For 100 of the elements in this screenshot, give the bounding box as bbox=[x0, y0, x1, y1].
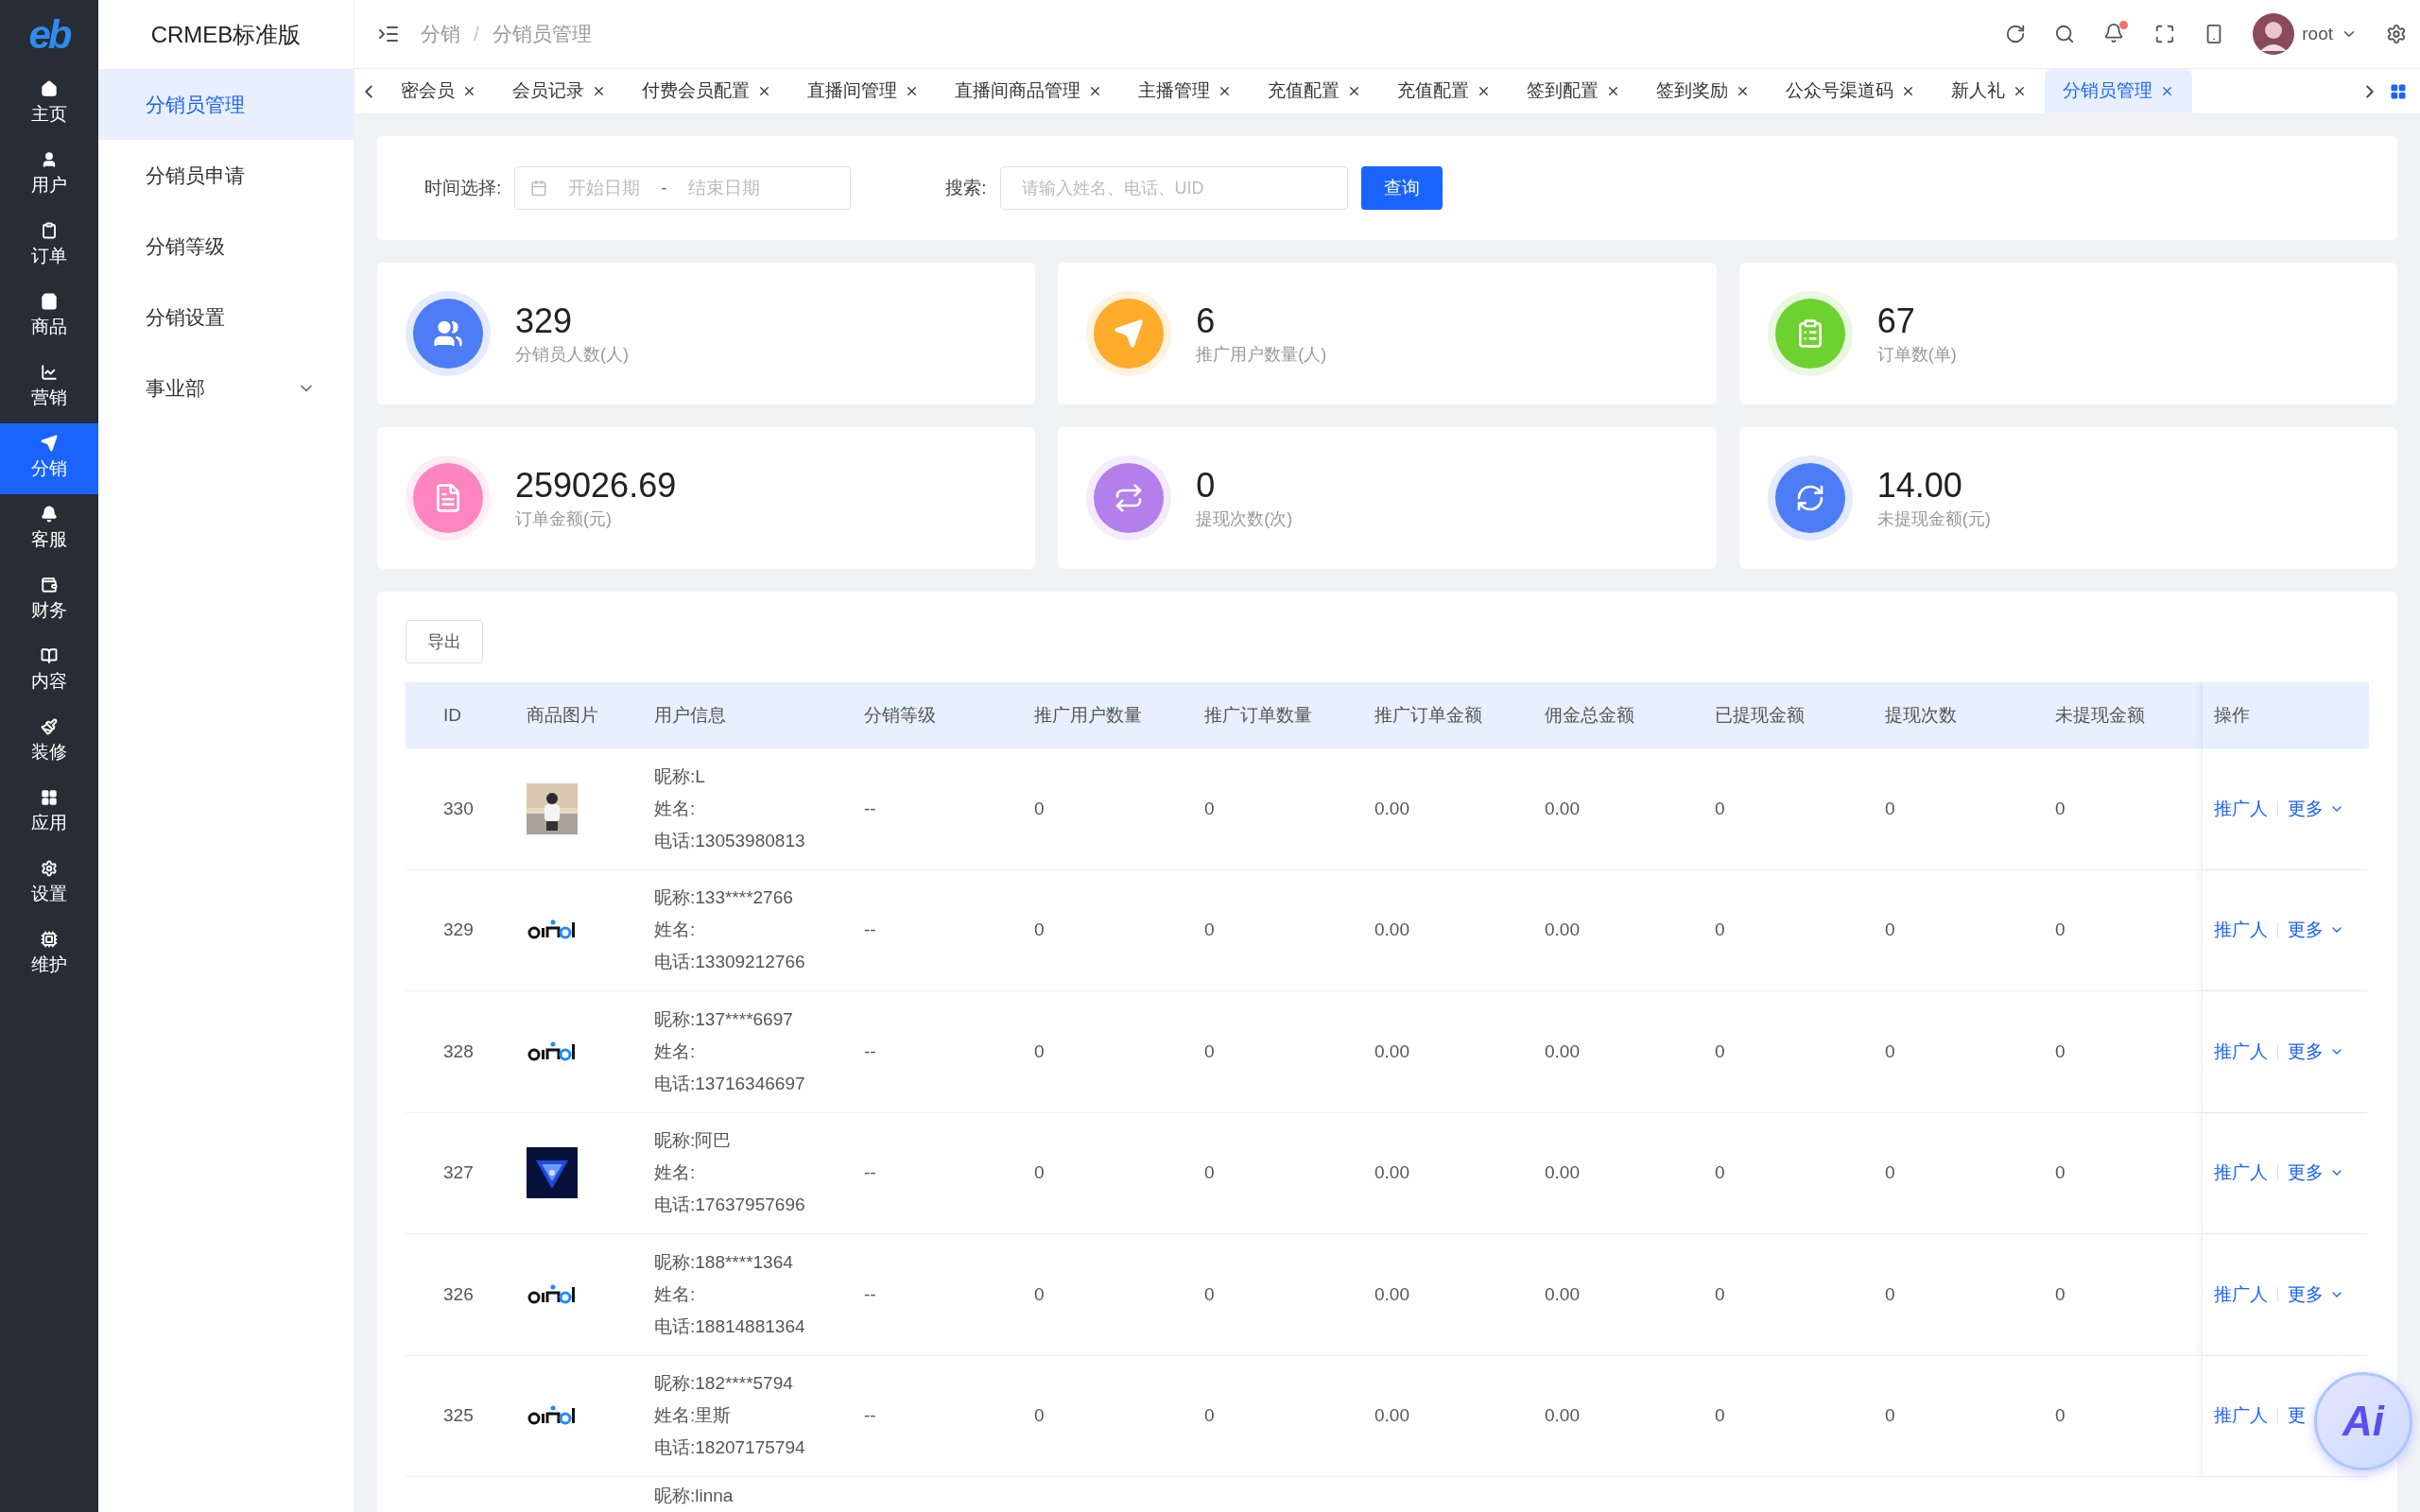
close-icon[interactable] bbox=[462, 84, 476, 98]
table-cell: 0 bbox=[1204, 1283, 1215, 1304]
action-link[interactable]: 更多 bbox=[2288, 1038, 2344, 1065]
column-header: 操作 bbox=[2214, 703, 2250, 727]
grid-icon[interactable] bbox=[2390, 82, 2407, 100]
page-tab[interactable]: 充值配置 bbox=[1250, 69, 1379, 113]
close-icon[interactable] bbox=[1218, 84, 1232, 98]
table-cell: 0 bbox=[1715, 1040, 1725, 1061]
column-header: 用户信息 bbox=[654, 703, 726, 727]
action-link[interactable]: 更多 bbox=[2288, 917, 2344, 944]
logo[interactable]: eb bbox=[28, 14, 70, 55]
close-icon[interactable] bbox=[2013, 84, 2027, 98]
query-button[interactable]: 查询 bbox=[1360, 166, 1443, 210]
submenu-item[interactable]: 事业部 bbox=[98, 352, 354, 423]
settings-icon[interactable] bbox=[2386, 24, 2407, 44]
user-name[interactable]: root bbox=[2302, 20, 2333, 48]
bell-icon[interactable] bbox=[2103, 23, 2125, 43]
stat-value: 6 bbox=[1196, 300, 1217, 342]
close-icon[interactable] bbox=[905, 84, 919, 98]
page-tab[interactable]: 付费会员配置 bbox=[624, 69, 789, 113]
page-tab[interactable]: 分销员管理 bbox=[2045, 69, 2192, 113]
sidebar-item[interactable]: 订单 bbox=[0, 211, 98, 282]
user-info-line: 电话:17637957696 bbox=[654, 1194, 806, 1217]
stat-label: 订单数(单) bbox=[1876, 343, 1957, 366]
user-info-line: 昵称:188****1364 bbox=[654, 1250, 794, 1274]
sidebar-item[interactable]: 营销 bbox=[0, 352, 98, 423]
search-field[interactable]: 请输入姓名、电话、UID bbox=[999, 166, 1348, 210]
table-cell: 0 bbox=[1885, 919, 1895, 939]
sidebar-item[interactable]: 维护 bbox=[0, 919, 98, 990]
column-header: 推广订单数量 bbox=[1204, 703, 1312, 727]
sidebar-item[interactable]: 分销 bbox=[0, 423, 98, 494]
breadcrumb-item: 分销员管理 bbox=[492, 22, 592, 47]
sidebar-item[interactable]: 财务 bbox=[0, 565, 98, 636]
sidebar-item[interactable]: 主页 bbox=[0, 69, 98, 140]
stat-label: 推广用户数量(人) bbox=[1196, 343, 1327, 366]
close-icon[interactable] bbox=[1088, 84, 1102, 98]
submenu-item[interactable]: 分销设置 bbox=[98, 282, 354, 352]
chart-icon bbox=[41, 364, 58, 382]
page-tab[interactable]: 签到奖励 bbox=[1638, 69, 1768, 113]
user-info-line: 电话:18207175794 bbox=[654, 1436, 806, 1460]
close-icon[interactable] bbox=[1606, 84, 1620, 98]
submenu-item[interactable]: 分销员管理 bbox=[98, 69, 354, 140]
action-link[interactable]: 推广人 bbox=[2214, 795, 2268, 822]
close-icon[interactable] bbox=[1736, 84, 1750, 98]
table-cell: 0 bbox=[2055, 1405, 2066, 1425]
paper-plane-icon bbox=[1114, 318, 1145, 349]
stat-value: 14.00 bbox=[1876, 464, 1963, 507]
sidebar-item[interactable]: 内容 bbox=[0, 636, 98, 707]
sidebar-item[interactable]: 装修 bbox=[0, 707, 98, 778]
stat-value: 259026.69 bbox=[515, 464, 677, 507]
sidebar-item[interactable]: 客服 bbox=[0, 494, 98, 565]
page-tab[interactable]: 签到配置 bbox=[1509, 69, 1638, 113]
date-range-field[interactable]: 开始日期 - 结束日期 bbox=[514, 166, 852, 210]
table-cell: 329 bbox=[443, 919, 474, 939]
close-icon[interactable] bbox=[757, 84, 771, 98]
table-cell: -- bbox=[864, 919, 876, 939]
action-link[interactable]: 更多 bbox=[2288, 1280, 2344, 1308]
page-tab[interactable]: 会员记录 bbox=[494, 69, 624, 113]
column-header: 佣金总金额 bbox=[1545, 703, 1634, 727]
table-cell: 0 bbox=[2055, 798, 2066, 818]
close-icon[interactable] bbox=[1477, 84, 1491, 98]
action-link[interactable]: 推广人 bbox=[2214, 1038, 2268, 1065]
page-tab[interactable]: 直播间管理 bbox=[789, 69, 937, 113]
clipboard-icon bbox=[41, 222, 58, 240]
column-header: 推广订单金额 bbox=[1374, 703, 1482, 727]
table-cell: 0.00 bbox=[1374, 1283, 1409, 1304]
close-icon[interactable] bbox=[592, 84, 606, 98]
submenu-item[interactable]: 分销员申请 bbox=[98, 140, 354, 211]
search-icon[interactable] bbox=[2054, 24, 2076, 44]
avatar[interactable] bbox=[2253, 13, 2295, 55]
page-tab[interactable]: 密会员 bbox=[383, 69, 494, 113]
page-tab[interactable]: 直播间商品管理 bbox=[937, 69, 1120, 113]
table-cell: 0 bbox=[1034, 1040, 1045, 1061]
calendar-icon bbox=[530, 180, 548, 197]
close-icon[interactable] bbox=[1901, 84, 1915, 98]
action-link[interactable]: 更多 bbox=[2288, 1160, 2344, 1187]
sidebar-item[interactable]: 设置 bbox=[0, 849, 98, 919]
export-button[interactable]: 导出 bbox=[406, 620, 483, 663]
refresh-icon[interactable] bbox=[2005, 24, 2027, 44]
action-link[interactable]: 推广人 bbox=[2214, 1402, 2268, 1430]
submenu-item[interactable]: 分销等级 bbox=[98, 211, 354, 282]
sidebar-item[interactable]: 用户 bbox=[0, 140, 98, 211]
page-tab[interactable]: 充值配置 bbox=[1379, 69, 1509, 113]
action-link[interactable]: 推广人 bbox=[2214, 917, 2268, 944]
table-cell: 0 bbox=[1204, 1162, 1215, 1182]
action-link[interactable]: 推广人 bbox=[2214, 1160, 2268, 1187]
close-icon[interactable] bbox=[1347, 84, 1361, 98]
action-link[interactable]: 更 bbox=[2288, 1402, 2306, 1430]
table-cell: 0 bbox=[1885, 1040, 1895, 1061]
sidebar-item[interactable]: 商品 bbox=[0, 282, 98, 352]
stat-value: 0 bbox=[1196, 464, 1217, 507]
table-cell: 0 bbox=[1885, 798, 1895, 818]
user-info-line: 姓名: bbox=[654, 919, 697, 942]
sidebar-item[interactable]: 应用 bbox=[0, 778, 98, 849]
fullscreen-icon[interactable] bbox=[2154, 24, 2176, 44]
action-link[interactable]: 推广人 bbox=[2214, 1280, 2268, 1308]
page-tab[interactable]: 主播管理 bbox=[1120, 69, 1250, 113]
page-tab[interactable]: 公众号渠道码 bbox=[1768, 69, 1933, 113]
page-tab[interactable]: 新人礼 bbox=[1933, 69, 2045, 113]
action-link[interactable]: 更多 bbox=[2288, 795, 2344, 822]
